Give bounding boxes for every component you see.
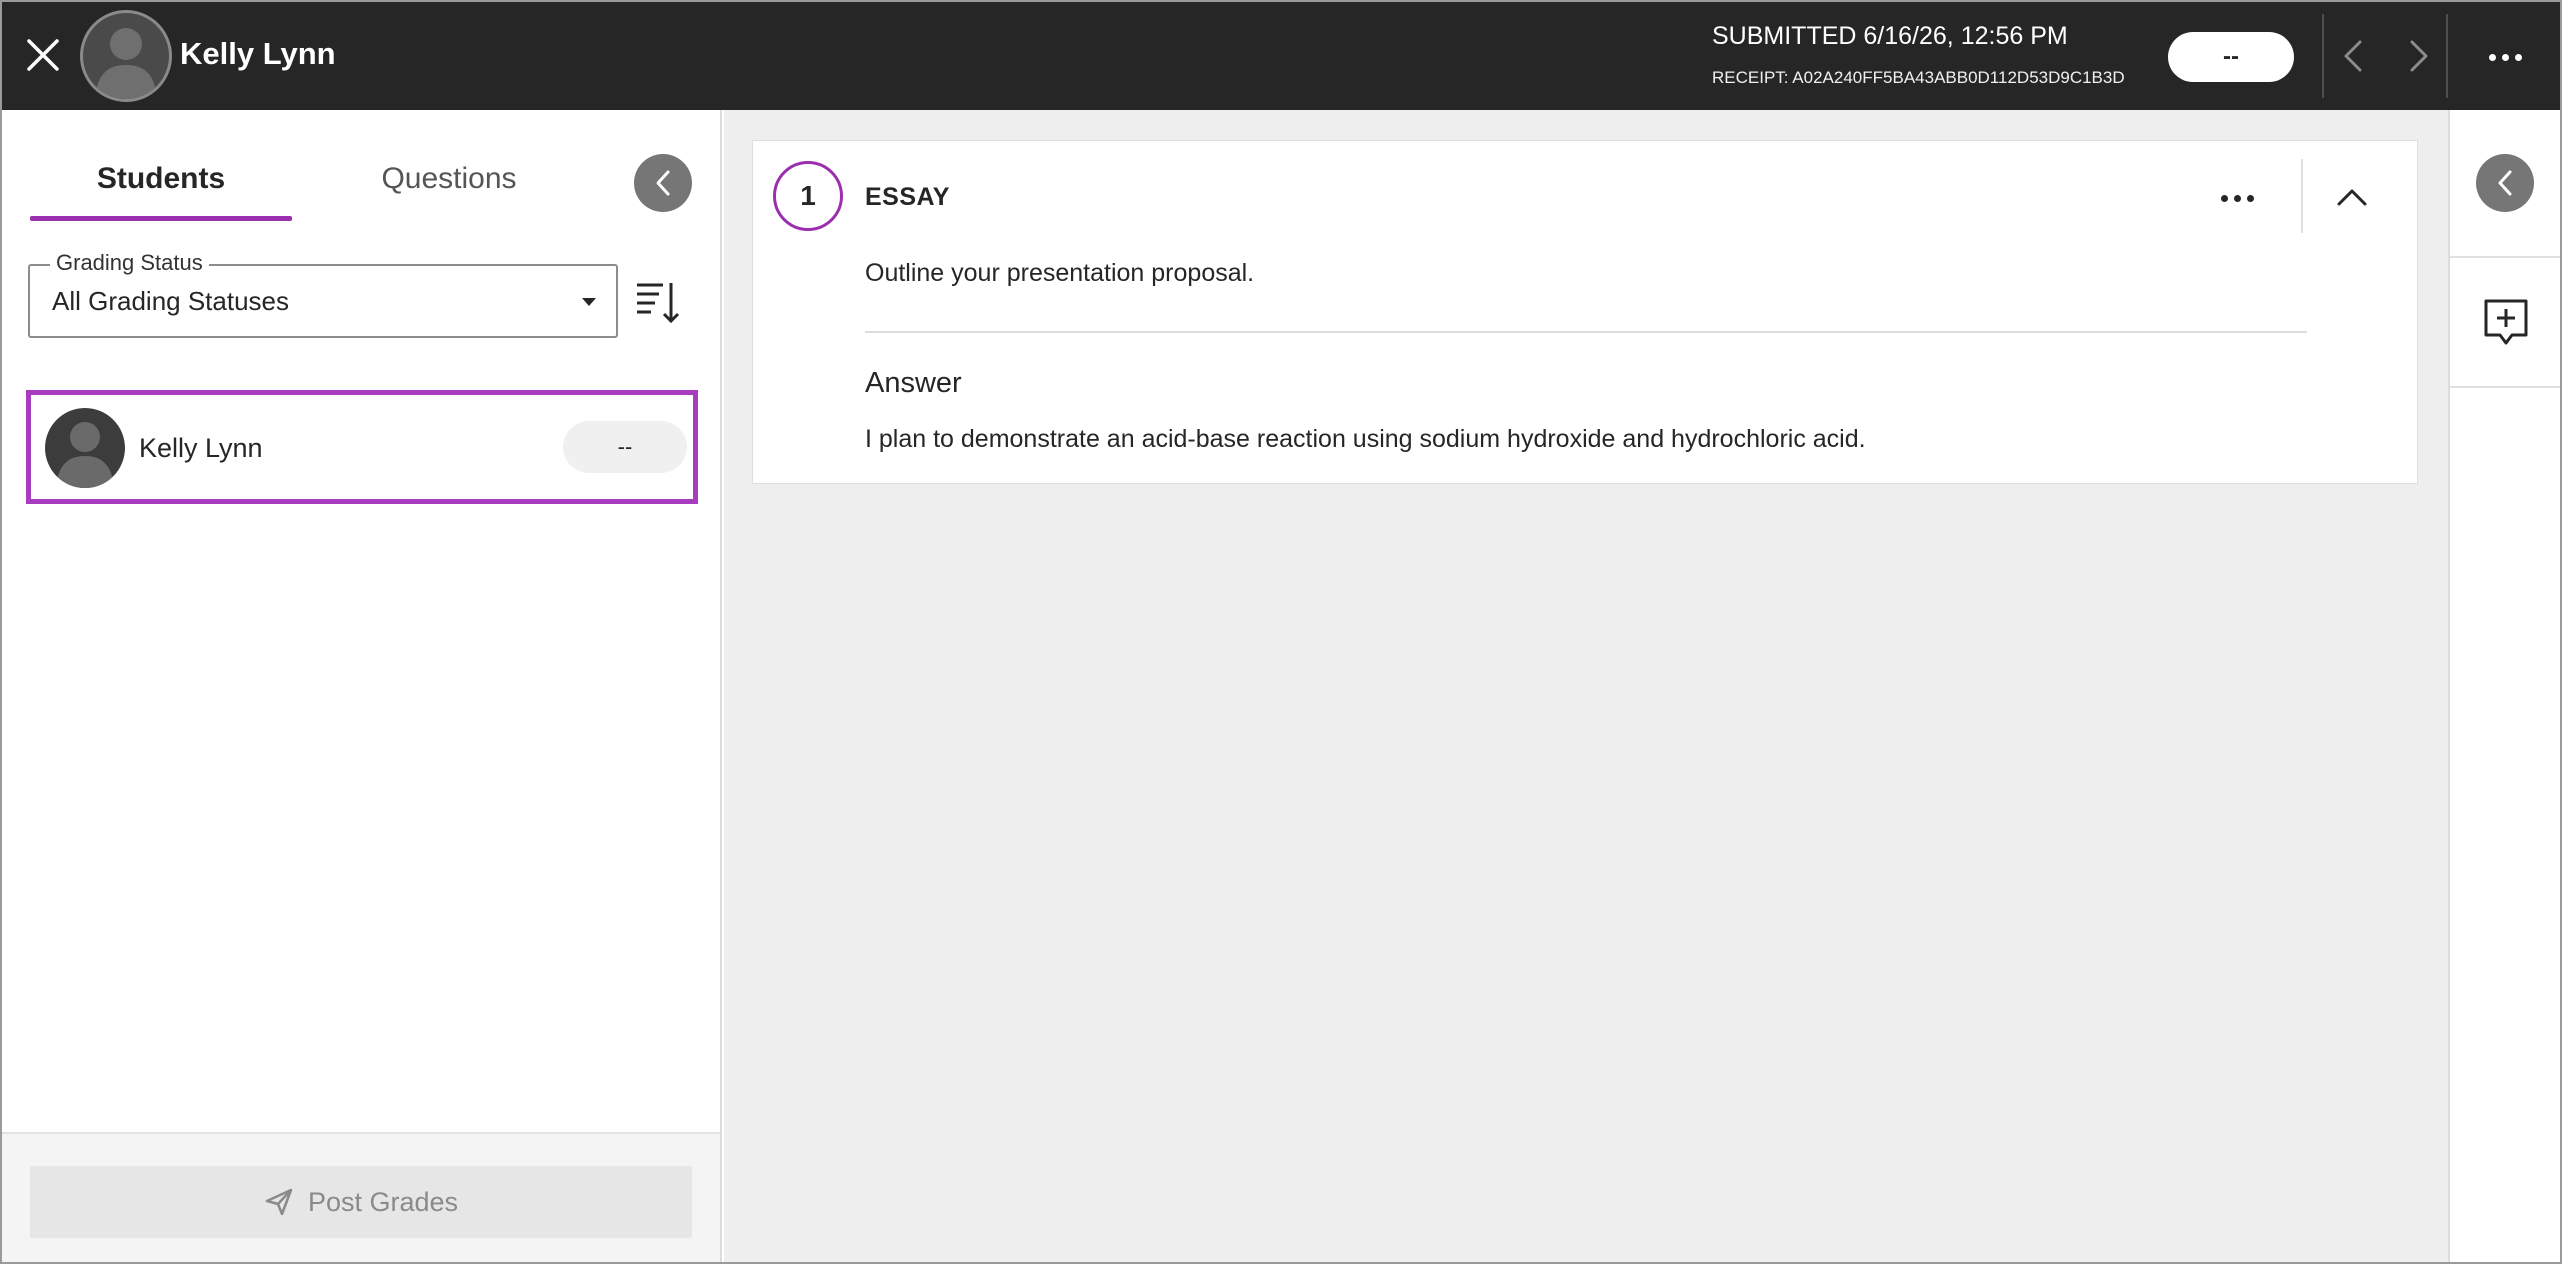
previous-student-button[interactable] (2328, 30, 2378, 82)
more-icon (2488, 53, 2522, 61)
top-bar: Kelly Lynn SUBMITTED 6/16/26, 12:56 PM R… (2, 2, 2560, 110)
student-row-name: Kelly Lynn (139, 433, 263, 463)
close-button[interactable] (20, 32, 66, 78)
avatar-icon (56, 422, 114, 488)
right-rail (2448, 110, 2560, 1262)
collapse-panel-button[interactable] (634, 154, 692, 212)
question-prompt: Outline your presentation proposal. (865, 259, 1255, 287)
grading-status-label: Grading Status (50, 250, 209, 276)
divider (2450, 256, 2560, 258)
student-row-grade[interactable]: -- (563, 421, 687, 473)
main-content: 1 ESSAY Outline your presentation propos… (724, 110, 2448, 1262)
divider (2322, 14, 2324, 98)
divider (2301, 159, 2303, 233)
grading-status-value: All Grading Statuses (52, 286, 290, 316)
divider (865, 331, 2307, 333)
chevron-up-icon (2337, 189, 2367, 206)
question-more-button[interactable] (2211, 173, 2263, 223)
more-options-button[interactable] (2480, 32, 2530, 82)
overall-grade-pill[interactable]: -- (2168, 32, 2294, 82)
active-tab-indicator (30, 216, 292, 221)
close-icon (27, 39, 59, 71)
answer-heading: Answer (865, 367, 962, 399)
question-type: ESSAY (865, 183, 950, 211)
students-panel: Students Questions Grading Status All Gr… (2, 110, 722, 1262)
question-card: 1 ESSAY Outline your presentation propos… (752, 140, 2418, 484)
tab-students[interactable]: Students (32, 162, 290, 196)
expand-feedback-button[interactable] (2476, 154, 2534, 212)
caret-down-icon (582, 298, 596, 306)
collapse-question-button[interactable] (2325, 171, 2379, 223)
panel-footer: Post Grades (2, 1132, 720, 1262)
chevron-right-icon (2410, 40, 2428, 72)
tab-questions[interactable]: Questions (320, 162, 578, 196)
student-row[interactable]: Kelly Lynn -- (26, 390, 698, 504)
divider (2446, 14, 2448, 98)
post-grades-label: Post Grades (307, 1186, 459, 1217)
chevron-left-icon (2498, 170, 2512, 196)
next-student-button[interactable] (2394, 30, 2444, 82)
chevron-left-icon (656, 170, 670, 196)
avatar (80, 10, 172, 102)
avatar (45, 408, 125, 488)
sort-button[interactable] (632, 274, 684, 330)
add-feedback-button[interactable] (2478, 294, 2534, 350)
add-comment-icon (2484, 299, 2528, 345)
send-icon (265, 1188, 293, 1216)
grading-status-select[interactable]: Grading Status All Grading Statuses (28, 250, 618, 338)
post-grades-button[interactable]: Post Grades (30, 1166, 692, 1238)
question-number: 1 (773, 161, 843, 231)
avatar-icon (95, 28, 157, 99)
grading-window: Kelly Lynn SUBMITTED 6/16/26, 12:56 PM R… (0, 0, 2562, 1264)
more-icon (2220, 194, 2254, 202)
sort-icon (637, 283, 680, 324)
divider (2450, 386, 2560, 388)
receipt-id: RECEIPT: A02A240FF5BA43ABB0D112D53D9C1B3… (1712, 68, 2125, 87)
chevron-left-icon (2344, 40, 2362, 72)
answer-text: I plan to demonstrate an acid-base react… (865, 425, 1866, 453)
submitted-timestamp: SUBMITTED 6/16/26, 12:56 PM (1712, 22, 2068, 50)
student-name: Kelly Lynn (180, 36, 336, 71)
